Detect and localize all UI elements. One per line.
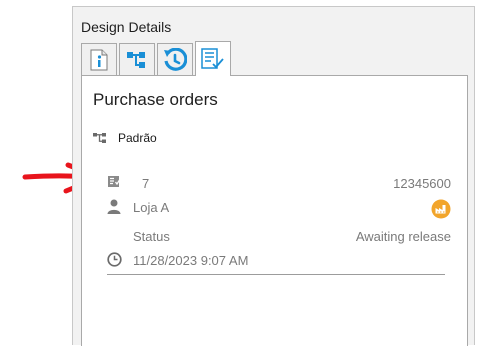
order-datetime: 11/28/2023 9:07 AM [133, 253, 249, 268]
clock-icon [107, 252, 122, 267]
design-row[interactable]: Padrão [93, 130, 157, 146]
info-icon [90, 49, 108, 70]
datetime-row: 11/28/2023 9:07 AM [107, 252, 447, 270]
hierarchy-icon [127, 51, 145, 68]
section-title: Purchase orders [93, 90, 218, 109]
purchase-orders-section: Purchase orders Padrão 7 12345600 Loja A… [81, 75, 468, 346]
order-icon [108, 176, 121, 187]
tab-history[interactable] [157, 43, 193, 75]
status-row: Status Awaiting release [107, 228, 451, 246]
tab-checklist[interactable] [195, 41, 231, 76]
factory-icon[interactable] [431, 199, 451, 219]
panel-title: Design Details [81, 19, 172, 35]
status-label: Status [133, 229, 170, 244]
status-value: Awaiting release [355, 229, 451, 244]
divider [107, 274, 445, 275]
checklist-icon [201, 48, 224, 69]
customer-name: Loja A [133, 200, 170, 215]
design-label: Padrão [118, 131, 157, 145]
order-number: 7 [142, 176, 150, 191]
tab-hierarchy[interactable] [119, 43, 155, 75]
history-icon [164, 47, 187, 71]
person-icon [107, 199, 121, 214]
design-details-panel: Design Details Purchase orders Padrão 7 … [72, 6, 475, 346]
hierarchy-icon [93, 133, 106, 143]
customer-row: Loja A [107, 199, 451, 219]
tab-info[interactable] [81, 43, 117, 75]
order-code: 12345600 [393, 176, 451, 191]
order-number-row: 7 12345600 [107, 175, 451, 193]
